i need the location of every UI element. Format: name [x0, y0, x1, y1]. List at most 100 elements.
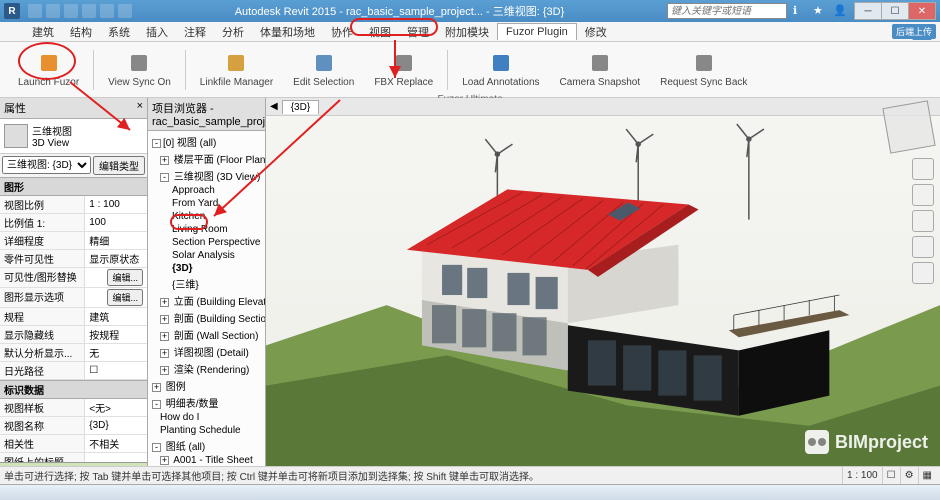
- online-badge[interactable]: 后端上传: [892, 24, 936, 39]
- close-button[interactable]: ✕: [908, 2, 936, 20]
- tree-node[interactable]: + 渲染 (Rendering): [150, 360, 263, 377]
- star-icon[interactable]: ★: [813, 4, 827, 18]
- tree-node[interactable]: - 图纸 (all): [150, 437, 263, 454]
- ribbon-linkfile-manager[interactable]: Linkfile Manager: [190, 49, 283, 90]
- search-input[interactable]: [667, 3, 787, 19]
- tree-node[interactable]: + 楼层平面 (Floor Plan): [150, 150, 263, 167]
- tree-node[interactable]: Kitchen: [150, 210, 263, 223]
- tree-node[interactable]: + 图例: [150, 377, 263, 394]
- tree-node[interactable]: {3D}: [150, 262, 263, 275]
- ribbon-edit-selection[interactable]: Edit Selection: [283, 49, 364, 90]
- expand-icon[interactable]: +: [160, 349, 169, 358]
- props-row[interactable]: 默认分析显示...无: [0, 344, 147, 362]
- viewport-3d[interactable]: ◀ {3D}: [266, 98, 940, 482]
- expand-icon[interactable]: -: [160, 173, 169, 182]
- ribbon-load-annotations[interactable]: Load Annotations: [452, 49, 549, 90]
- orbit-icon[interactable]: [912, 262, 934, 284]
- props-row[interactable]: 图形显示选项编辑...: [0, 288, 147, 308]
- properties-type-selector[interactable]: 三维视图 3D View: [0, 119, 147, 154]
- ribbon-launch-fuzor[interactable]: Launch Fuzor: [8, 49, 89, 90]
- info-icon[interactable]: ℹ: [793, 4, 807, 18]
- props-row[interactable]: 视图比例1 : 100: [0, 196, 147, 214]
- home-icon[interactable]: [912, 158, 934, 180]
- ribbon-tab[interactable]: 体量和场地: [252, 22, 323, 42]
- status-icon[interactable]: ⚙: [900, 467, 918, 484]
- viewport-canvas[interactable]: [266, 98, 940, 482]
- props-row[interactable]: 显示隐藏线按规程: [0, 326, 147, 344]
- view-cube[interactable]: [882, 100, 935, 153]
- props-row[interactable]: 规程建筑: [0, 308, 147, 326]
- ribbon-tab[interactable]: 管理: [399, 22, 437, 42]
- ribbon-request-sync-back[interactable]: Request Sync Back: [650, 49, 757, 90]
- ribbon-tab[interactable]: 协作: [323, 22, 361, 42]
- tab-prev-icon[interactable]: ◀: [270, 101, 278, 112]
- tree-node[interactable]: {三维}: [150, 275, 263, 292]
- tree-node[interactable]: How do I: [150, 411, 263, 424]
- wheel-icon[interactable]: [912, 184, 934, 206]
- expand-icon[interactable]: -: [152, 443, 161, 452]
- props-row[interactable]: 相关性不相关: [0, 435, 147, 453]
- props-section-header[interactable]: 图形: [0, 177, 147, 196]
- edit-button[interactable]: 编辑...: [107, 289, 143, 306]
- expand-icon[interactable]: +: [160, 332, 169, 341]
- tree-node[interactable]: Solar Analysis: [150, 249, 263, 262]
- ribbon-tab[interactable]: 分析: [214, 22, 252, 42]
- status-scale[interactable]: 1 : 100: [842, 467, 882, 484]
- props-row[interactable]: 视图样板<无>: [0, 399, 147, 417]
- user-icon[interactable]: 👤: [833, 4, 847, 18]
- tree-node[interactable]: - 明细表/数量: [150, 394, 263, 411]
- ribbon-tab[interactable]: 注释: [176, 22, 214, 42]
- props-row[interactable]: 比例值 1:100: [0, 214, 147, 232]
- expand-icon[interactable]: +: [160, 366, 169, 375]
- app-icon[interactable]: R: [4, 3, 20, 19]
- qat-measure-icon[interactable]: [118, 4, 132, 18]
- expand-icon[interactable]: +: [160, 156, 169, 165]
- props-row[interactable]: 视图名称{3D}: [0, 417, 147, 435]
- tree-node[interactable]: + 详图视图 (Detail): [150, 343, 263, 360]
- ribbon-tab[interactable]: 结构: [62, 22, 100, 42]
- expand-icon[interactable]: +: [160, 298, 169, 307]
- props-row[interactable]: 日光路径☐: [0, 362, 147, 380]
- qat-save-icon[interactable]: [46, 4, 60, 18]
- ribbon-tab[interactable]: 视图: [361, 22, 399, 42]
- edit-button[interactable]: 编辑...: [107, 269, 143, 286]
- minimize-button[interactable]: ─: [854, 2, 882, 20]
- status-icon[interactable]: ☐: [882, 467, 900, 484]
- tree-node[interactable]: Approach: [150, 184, 263, 197]
- ribbon-fbx-replace[interactable]: FBX Replace: [364, 49, 443, 90]
- instance-selector[interactable]: 三维视图: {3D}: [2, 156, 91, 174]
- ribbon-tab[interactable]: 系统: [100, 22, 138, 42]
- tree-node[interactable]: Section Perspective: [150, 236, 263, 249]
- status-icon[interactable]: ▦: [918, 467, 936, 484]
- edit-type-button[interactable]: 编辑类型: [93, 156, 145, 175]
- qat-open-icon[interactable]: [28, 4, 42, 18]
- tree-node[interactable]: + 立面 (Building Elevation): [150, 292, 263, 309]
- tree-node[interactable]: Planting Schedule: [150, 424, 263, 437]
- props-row[interactable]: 详细程度精细: [0, 232, 147, 250]
- ribbon-tab[interactable]: 插入: [138, 22, 176, 42]
- ribbon-tab[interactable]: 附加模块: [437, 22, 497, 42]
- tree-node[interactable]: + 剖面 (Wall Section): [150, 326, 263, 343]
- qat-redo-icon[interactable]: [82, 4, 96, 18]
- tree-node[interactable]: Living Room: [150, 223, 263, 236]
- maximize-button[interactable]: ☐: [881, 2, 909, 20]
- props-section-header[interactable]: 标识数据: [0, 380, 147, 399]
- viewport-tab[interactable]: {3D}: [282, 100, 319, 114]
- expand-icon[interactable]: +: [160, 315, 169, 324]
- props-row[interactable]: 零件可见性显示原状态: [0, 250, 147, 268]
- ribbon-tab[interactable]: 建筑: [24, 22, 62, 42]
- pan-icon[interactable]: [912, 210, 934, 232]
- qat-undo-icon[interactable]: [64, 4, 78, 18]
- zoom-icon[interactable]: [912, 236, 934, 258]
- ribbon-camera-snapshot[interactable]: Camera Snapshot: [550, 49, 651, 90]
- expand-icon[interactable]: +: [160, 456, 169, 465]
- qat-print-icon[interactable]: [100, 4, 114, 18]
- props-row[interactable]: 图纸上的标题: [0, 453, 147, 462]
- expand-icon[interactable]: -: [152, 400, 161, 409]
- ribbon-tab[interactable]: 修改: [577, 22, 615, 42]
- expand-icon[interactable]: -: [152, 139, 161, 148]
- props-row[interactable]: 可见性/图形替换编辑...: [0, 268, 147, 288]
- tree-node[interactable]: + 剖面 (Building Section): [150, 309, 263, 326]
- ribbon-tab[interactable]: Fuzor Plugin: [497, 23, 577, 40]
- expand-icon[interactable]: +: [152, 383, 161, 392]
